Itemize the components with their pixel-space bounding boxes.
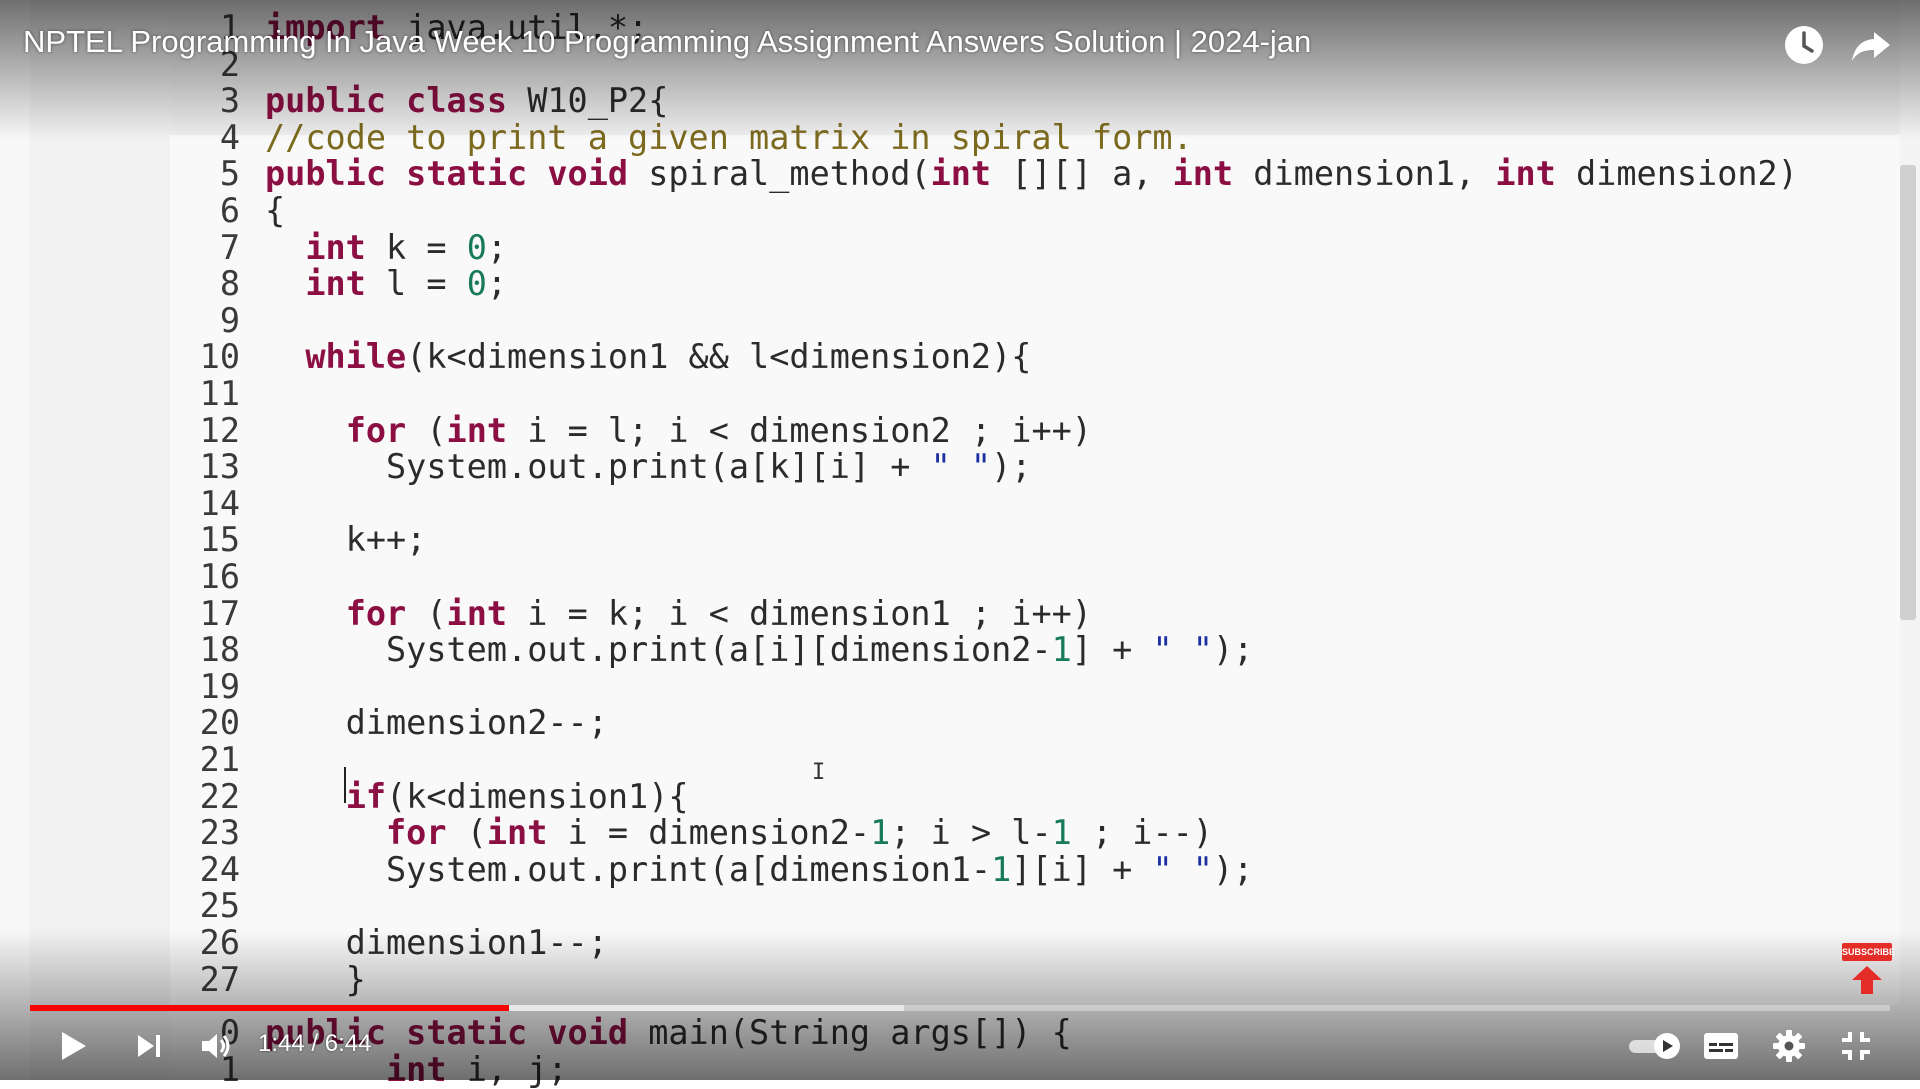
captions-button[interactable]	[1697, 1022, 1745, 1070]
progress-played	[30, 1005, 509, 1011]
code-text: int l = 0;	[305, 264, 508, 304]
line-number: 11	[199, 374, 240, 413]
line-number: 19	[199, 666, 240, 706]
clock-icon[interactable]	[1783, 24, 1825, 66]
code-text: public static void spiral_method(int [][…	[265, 154, 1798, 194]
top-gradient	[0, 0, 1920, 140]
code-line: 8 int l = 0;	[0, 266, 1880, 302]
code-line: 21	[0, 742, 1880, 778]
code-line: 9	[0, 300, 1880, 340]
video-title[interactable]: NPTEL Programming In Java Week 10 Progra…	[23, 24, 1311, 60]
code-text: while(k<dimension1 && l<dimension2){	[305, 337, 1032, 377]
exit-fullscreen-icon	[1842, 1032, 1870, 1060]
line-number: 17	[199, 593, 240, 633]
volume-icon	[202, 1034, 230, 1058]
code-line: 12 for (int i = l; i < dimension2 ; i++)	[0, 410, 1880, 450]
line-number: 20	[199, 703, 240, 743]
autoplay-toggle[interactable]	[1625, 1022, 1685, 1070]
code-line: 24 System.out.print(a[dimension1-1][i] +…	[0, 849, 1880, 889]
line-number: 13	[199, 447, 240, 487]
editor-scrollbar[interactable]	[1900, 165, 1916, 620]
code-line: 20 dimension2--;	[0, 705, 1880, 741]
code-line: 6{	[0, 193, 1880, 229]
code-editor: 1import java.util.*;23public class W10_P…	[0, 0, 1920, 1087]
line-number: 5	[219, 154, 240, 194]
code-line: 25	[0, 888, 1880, 924]
line-number: 18	[199, 630, 240, 670]
volume-button[interactable]	[192, 1022, 240, 1070]
code-text: {	[265, 191, 286, 230]
line-number: 25	[199, 886, 240, 926]
code-line: 11	[0, 376, 1880, 412]
code-line: 7 int k = 0;	[0, 227, 1880, 267]
line-number: 21	[199, 740, 240, 779]
code-text: dimension2--;	[265, 703, 608, 743]
code-line: 19	[0, 666, 1880, 706]
subscribe-badge[interactable]: SUBSCRIBE	[1842, 943, 1895, 961]
settings-button[interactable]	[1765, 1022, 1813, 1070]
line-number: 8	[219, 264, 240, 304]
line-number: 23	[199, 813, 240, 853]
line-number: 16	[199, 557, 240, 596]
play-icon	[62, 1032, 86, 1060]
progress-bar[interactable]	[30, 1005, 1890, 1011]
subscribe-arrow-icon[interactable]	[1850, 965, 1884, 1000]
line-number: 6	[219, 191, 240, 230]
code-line: 10 while(k<dimension1 && l<dimension2){	[0, 339, 1880, 375]
code-line: 15 k++;	[0, 522, 1880, 558]
code-text: for (int i = k; i < dimension1 ; i++)	[345, 593, 1092, 633]
line-number: 9	[219, 300, 240, 340]
line-number: 10	[199, 337, 240, 377]
code-text: for (int i = l; i < dimension2 ; i++)	[345, 410, 1092, 450]
code-line: 14	[0, 483, 1880, 523]
code-line: 5 public static void spiral_method(int []…	[0, 156, 1880, 192]
line-number: 7	[219, 227, 240, 267]
code-line: 23 for (int i = dimension2-1; i > l-1 ; …	[0, 815, 1880, 851]
code-text: for (int i = dimension2-1; i > l-1 ; i--…	[386, 813, 1213, 853]
next-button[interactable]	[125, 1022, 173, 1070]
exit-fullscreen-button[interactable]	[1832, 1022, 1880, 1070]
line-number: 22	[199, 776, 240, 816]
line-number: 24	[199, 849, 240, 889]
code-text: k++;	[265, 520, 427, 560]
code-text: System.out.print(a[k][i] + " ");	[265, 447, 1032, 487]
gear-icon	[1773, 1030, 1805, 1062]
code-line: 18 System.out.print(a[i][dimension2-1] +…	[0, 632, 1880, 668]
code-line: 17 for (int i = k; i < dimension1 ; i++)	[0, 593, 1880, 633]
skip-next-icon	[138, 1035, 160, 1057]
code-text: if(k<dimension1){	[345, 776, 689, 816]
text-caret	[344, 767, 346, 803]
code-text: System.out.print(a[dimension1-1][i] + " …	[265, 849, 1254, 889]
code-line: 16	[0, 559, 1880, 595]
share-arrow-icon[interactable]	[1850, 24, 1892, 66]
time-display: 1:44 / 6:44	[258, 1030, 372, 1057]
ibeam-cursor-icon: I	[812, 760, 826, 785]
code-line: 22 if(k<dimension1){	[0, 776, 1880, 816]
code-text: int k = 0;	[305, 227, 508, 267]
code-text: System.out.print(a[i][dimension2-1] + " …	[265, 630, 1254, 670]
line-number: 15	[199, 520, 240, 560]
play-button[interactable]	[48, 1022, 96, 1070]
line-number: 14	[199, 483, 240, 523]
autoplay-toggle-icon	[1629, 1033, 1680, 1059]
code-line: 13 System.out.print(a[k][i] + " ");	[0, 449, 1880, 485]
captions-icon	[1704, 1033, 1738, 1059]
line-number: 12	[199, 410, 240, 450]
